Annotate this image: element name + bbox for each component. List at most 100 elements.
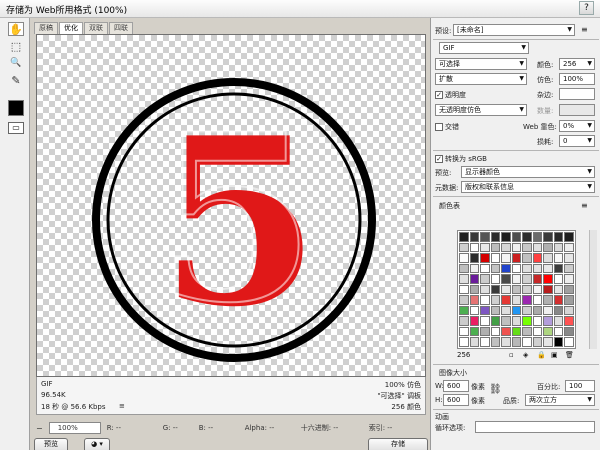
- color-swatch[interactable]: [490, 263, 501, 274]
- color-swatch[interactable]: [522, 253, 532, 263]
- color-swatch[interactable]: [501, 242, 511, 253]
- color-swatch[interactable]: [564, 232, 574, 242]
- lock-color-icon[interactable]: 🔒: [537, 351, 546, 359]
- preview-canvas[interactable]: 5 5: [36, 34, 426, 377]
- lossy-field[interactable]: 0 ▼: [559, 135, 595, 147]
- preview-button[interactable]: 预览: [34, 438, 68, 450]
- color-swatch[interactable]: [553, 295, 564, 305]
- color-swatch[interactable]: [459, 305, 469, 316]
- color-swatch[interactable]: [564, 274, 574, 284]
- transparency-checkbox[interactable]: ✓ 透明度: [435, 90, 466, 100]
- map-to-transparent-icon[interactable]: ▫: [509, 351, 514, 359]
- color-swatch[interactable]: [469, 337, 480, 347]
- color-swatch[interactable]: [532, 253, 543, 263]
- color-table-menu-icon[interactable]: ≡: [581, 201, 588, 210]
- color-swatch[interactable]: [564, 263, 574, 274]
- color-swatch[interactable]: [532, 274, 543, 284]
- color-swatch[interactable]: [469, 305, 480, 316]
- color-swatch[interactable]: [469, 242, 480, 253]
- color-swatch[interactable]: [522, 263, 532, 274]
- color-swatch[interactable]: [480, 316, 490, 326]
- color-swatch[interactable]: [511, 242, 522, 253]
- color-swatch[interactable]: [522, 295, 532, 305]
- tab-4-up[interactable]: 四联: [109, 22, 133, 34]
- color-swatch[interactable]: [564, 326, 574, 337]
- color-swatch[interactable]: [532, 305, 543, 316]
- loop-options-select[interactable]: [475, 421, 595, 433]
- browser-preview-button[interactable]: ◕ ▾: [84, 438, 110, 450]
- color-table[interactable]: [457, 230, 576, 349]
- color-swatch[interactable]: [459, 337, 469, 347]
- color-swatch[interactable]: [532, 263, 543, 274]
- color-swatch[interactable]: [501, 326, 511, 337]
- color-swatch[interactable]: [480, 284, 490, 295]
- preset-select[interactable]: [未命名] ▼: [453, 24, 575, 36]
- color-swatch[interactable]: [543, 274, 553, 284]
- tab-2-up[interactable]: 双联: [84, 22, 108, 34]
- color-swatch[interactable]: [553, 253, 564, 263]
- color-swatch[interactable]: [564, 242, 574, 253]
- color-swatch[interactable]: [522, 326, 532, 337]
- color-swatch[interactable]: [564, 305, 574, 316]
- color-swatch[interactable]: [532, 337, 543, 347]
- color-swatch[interactable]: [543, 326, 553, 337]
- color-swatch[interactable]: [459, 232, 469, 242]
- color-swatch[interactable]: [469, 316, 480, 326]
- color-swatch[interactable]: [553, 284, 564, 295]
- palette-select[interactable]: 可选择 ▼: [435, 58, 527, 70]
- help-button[interactable]: ?: [579, 1, 594, 15]
- color-swatch[interactable]: [469, 253, 480, 263]
- color-swatch[interactable]: [522, 316, 532, 326]
- color-swatch[interactable]: [522, 232, 532, 242]
- color-swatch[interactable]: [490, 295, 501, 305]
- color-swatch[interactable]: [490, 337, 501, 347]
- zoom-out-icon[interactable]: −: [36, 424, 43, 433]
- color-swatch[interactable]: [480, 242, 490, 253]
- color-swatch[interactable]: [490, 316, 501, 326]
- color-swatch[interactable]: [501, 295, 511, 305]
- color-swatch[interactable]: [459, 253, 469, 263]
- color-swatch[interactable]: [511, 232, 522, 242]
- color-swatch[interactable]: [480, 263, 490, 274]
- color-swatch[interactable]: [543, 284, 553, 295]
- color-swatch[interactable]: [480, 295, 490, 305]
- format-select[interactable]: GIF ▼: [439, 42, 529, 54]
- color-swatch[interactable]: [459, 263, 469, 274]
- color-swatch[interactable]: [522, 274, 532, 284]
- color-swatch[interactable]: [511, 263, 522, 274]
- color-swatch[interactable]: [511, 305, 522, 316]
- color-swatch[interactable]: [501, 263, 511, 274]
- color-swatch[interactable]: [522, 305, 532, 316]
- color-swatch[interactable]: [522, 242, 532, 253]
- color-swatch[interactable]: [532, 284, 543, 295]
- metadata-select[interactable]: 版权和联系信息 ▼: [461, 181, 595, 193]
- color-swatch[interactable]: [469, 232, 480, 242]
- color-swatch[interactable]: [501, 337, 511, 347]
- web-snap-field[interactable]: 0% ▼: [559, 120, 595, 132]
- color-swatch[interactable]: [501, 274, 511, 284]
- preview-select[interactable]: 显示器颜色 ▼: [461, 166, 595, 178]
- color-swatch[interactable]: [564, 284, 574, 295]
- dither-amount-field[interactable]: 100%: [559, 73, 595, 85]
- color-swatch[interactable]: [459, 326, 469, 337]
- color-swatch[interactable]: [553, 305, 564, 316]
- color-swatch[interactable]: [532, 295, 543, 305]
- color-swatch[interactable]: [553, 242, 564, 253]
- constrain-proportions-icon[interactable]: ⛓: [489, 384, 502, 395]
- color-swatch[interactable]: [459, 274, 469, 284]
- color-table-scrollbar[interactable]: [589, 230, 597, 349]
- delete-color-icon[interactable]: 🗑: [565, 351, 574, 359]
- width-field[interactable]: 600: [443, 380, 469, 392]
- color-swatch[interactable]: [553, 316, 564, 326]
- color-swatch[interactable]: [553, 232, 564, 242]
- color-swatch[interactable]: [522, 284, 532, 295]
- color-swatch[interactable]: [511, 316, 522, 326]
- new-color-icon[interactable]: ▣: [551, 351, 558, 359]
- color-swatch[interactable]: [553, 263, 564, 274]
- color-swatch[interactable]: [501, 253, 511, 263]
- convert-srgb-checkbox[interactable]: ✓ 转换为 sRGB: [435, 154, 487, 164]
- color-swatch[interactable]: [532, 242, 543, 253]
- color-swatch[interactable]: [511, 274, 522, 284]
- height-field[interactable]: 600: [443, 394, 469, 406]
- transparency-dither-select[interactable]: 无透明度仿色 ▼: [435, 104, 527, 116]
